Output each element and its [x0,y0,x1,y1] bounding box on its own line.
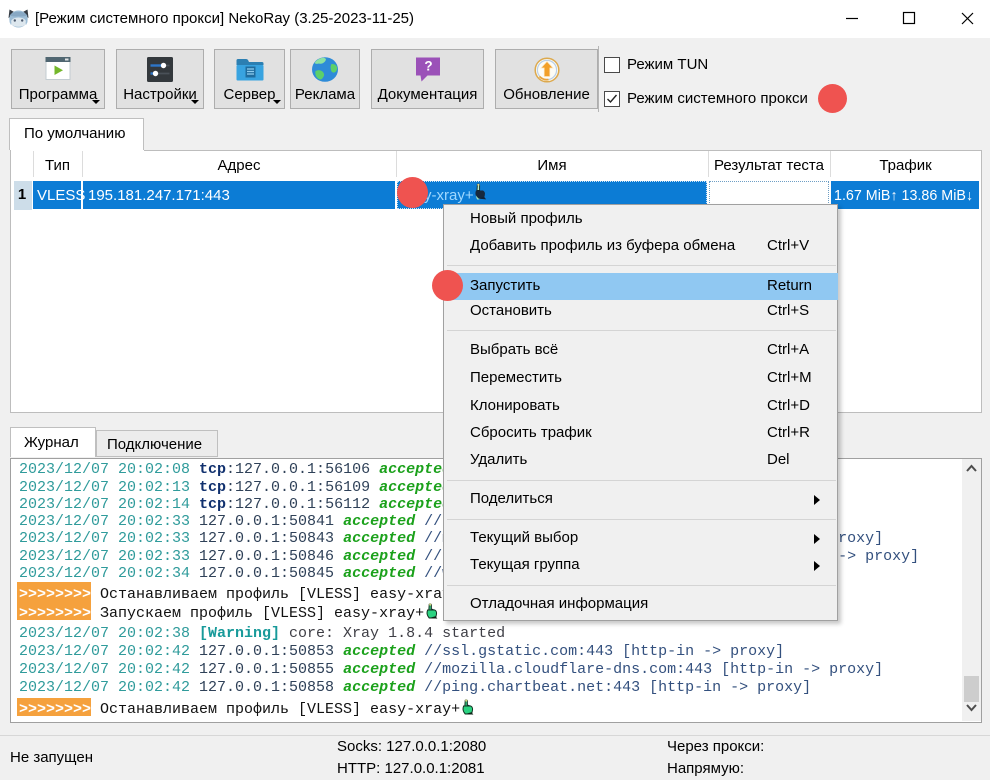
svg-text:?: ? [424,59,432,74]
